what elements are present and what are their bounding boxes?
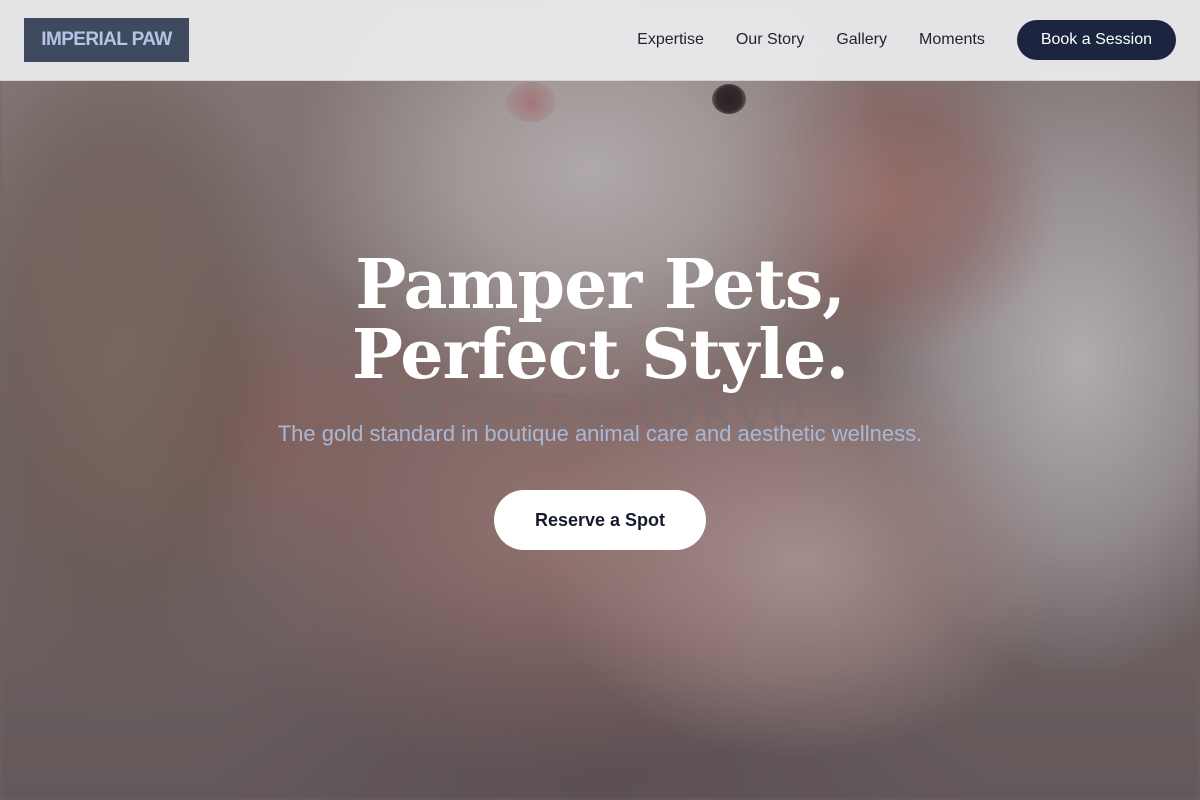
logo-text: IMPERIAL PAW [41, 29, 172, 50]
nav-link-gallery[interactable]: Gallery [836, 31, 887, 49]
hero-headline: Pamper Pets, Perfect Style. [351, 245, 849, 395]
nav-link-moments[interactable]: Moments [919, 31, 985, 49]
nav-link-our-story[interactable]: Our Story [736, 31, 804, 49]
main-nav: Expertise Our Story Gallery Moments Book… [637, 20, 1176, 60]
site-header: IMPERIAL PAW Expertise Our Story Gallery… [0, 0, 1200, 81]
hero-content: Pamper Pets, Perfect Style. The gold sta… [0, 250, 1200, 550]
hero-subtitle: The gold standard in boutique animal car… [277, 421, 923, 446]
hero-section: IMPERIAL PAW Expertise Our Story Gallery… [0, 0, 1200, 800]
logo[interactable]: IMPERIAL PAW [24, 18, 189, 62]
reserve-spot-button[interactable]: Reserve a Spot [494, 490, 706, 550]
nav-link-expertise[interactable]: Expertise [637, 31, 704, 49]
book-session-button[interactable]: Book a Session [1016, 20, 1176, 60]
